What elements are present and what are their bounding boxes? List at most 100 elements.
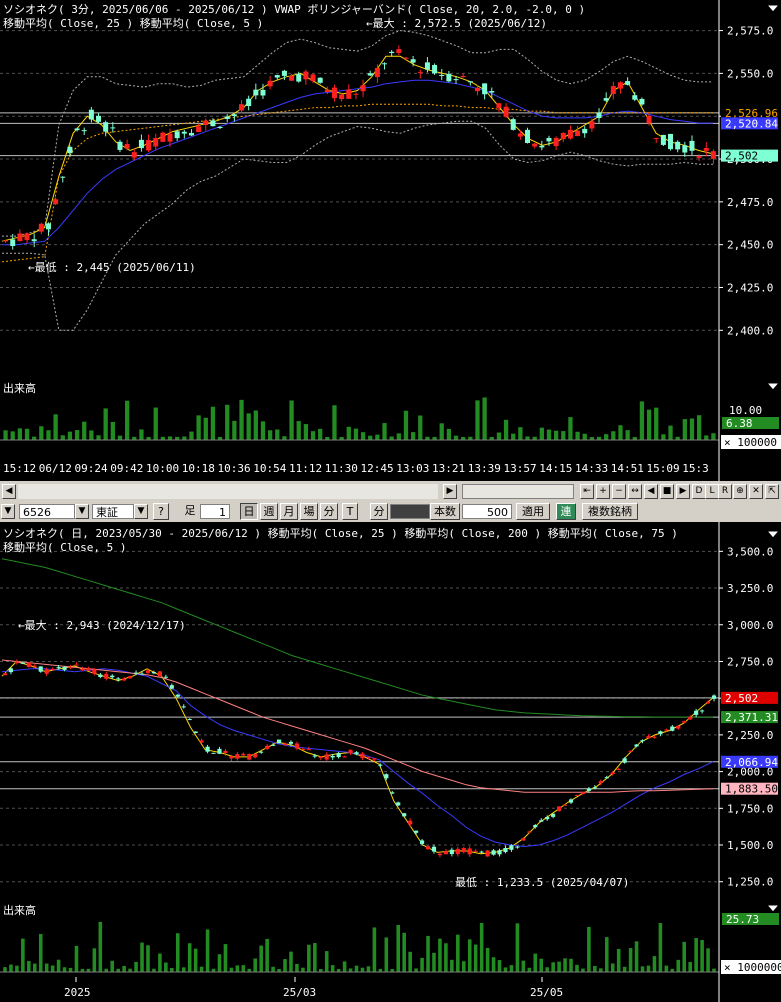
close-icon[interactable]: ✕ <box>749 484 763 499</box>
candle-body <box>390 792 395 794</box>
volume-bar <box>275 429 280 440</box>
interval-input[interactable]: 1 <box>200 504 230 519</box>
code-dropdown-icon[interactable]: ▼ <box>75 504 89 519</box>
ma25-line <box>1 668 714 848</box>
volume-bar <box>9 964 13 972</box>
tick-button[interactable]: T <box>342 503 358 520</box>
daily-chart-panel[interactable]: ソシオネク( 日, 2023/05/30 - 2025/06/12 ) 移動平均… <box>0 522 781 1002</box>
candle-body <box>271 744 276 746</box>
volume-bar <box>625 430 630 440</box>
volume-bar <box>450 959 454 972</box>
price-tick-label: 3,000.0 <box>727 619 773 632</box>
apply-button[interactable]: 適用 <box>516 503 550 520</box>
candle-body <box>374 67 380 78</box>
minute-button[interactable]: 分 <box>320 503 338 520</box>
candle-body <box>336 753 341 758</box>
ba-button[interactable]: 場 <box>300 503 318 520</box>
candle-body <box>110 675 115 678</box>
market-select[interactable]: 東証 <box>92 504 134 519</box>
candle-body <box>44 669 49 674</box>
zoom-slider[interactable] <box>462 484 574 499</box>
candle-body <box>586 788 591 791</box>
volume-bar <box>189 431 194 440</box>
bottom-volume-collapse-icon[interactable] <box>765 904 781 913</box>
day-button[interactable]: 日 <box>240 503 258 520</box>
help-button[interactable]: ? <box>153 503 169 520</box>
minus-icon[interactable]: − <box>612 484 626 499</box>
volume-bar <box>103 408 108 440</box>
minute-label: 分 <box>370 503 388 520</box>
time-axis-label: 12:45 <box>361 462 394 475</box>
time-axis-label: 14:15 <box>539 462 572 475</box>
draw-icon[interactable]: D <box>692 484 706 499</box>
candle-body <box>625 81 631 85</box>
candle-body <box>545 817 550 820</box>
next-icon[interactable]: ▶ <box>676 484 690 499</box>
toolbar-menu-icon[interactable]: ▼ <box>1 504 15 519</box>
volume-bar <box>527 967 532 972</box>
scroll-track[interactable] <box>18 484 438 499</box>
volume-bar <box>193 948 198 972</box>
volume-bar <box>158 953 162 972</box>
week-button[interactable]: 週 <box>260 503 278 520</box>
volume-bar <box>175 933 180 972</box>
month-button[interactable]: 月 <box>280 503 298 520</box>
candle-body <box>497 850 502 855</box>
multi-stock-button[interactable]: 複数銘柄 <box>582 503 638 520</box>
candle-body <box>696 156 702 158</box>
candle-body <box>56 667 61 669</box>
candle-body <box>596 112 602 118</box>
candle-body <box>646 115 652 124</box>
prev-icon[interactable]: ◀ <box>644 484 658 499</box>
candle-body <box>74 664 79 666</box>
top-collapse-icon[interactable] <box>765 4 781 13</box>
scroll-right-icon[interactable]: ▶ <box>443 484 457 499</box>
bottom-collapse-icon[interactable] <box>765 530 781 539</box>
candle-body <box>482 83 488 95</box>
minute-input[interactable] <box>390 504 430 519</box>
volume-bar <box>74 945 79 972</box>
top-volume-collapse-icon[interactable] <box>765 382 781 391</box>
stock-code-input[interactable]: 6526 <box>19 504 75 519</box>
zoom-icon[interactable]: ⊕ <box>733 484 747 499</box>
volume-bar <box>628 948 633 972</box>
time-axis-label: 10:18 <box>182 462 215 475</box>
stop-icon[interactable]: ■ <box>660 484 674 499</box>
volume-bar <box>420 957 424 972</box>
top-volume-value: 6.38 <box>726 417 753 430</box>
candle-body <box>288 741 294 744</box>
candle-body <box>153 137 159 147</box>
price-tick-label: 1,500.0 <box>727 839 773 852</box>
candle-body <box>239 104 245 111</box>
top-volume-tick: 10.00 <box>729 404 762 417</box>
refresh-icon[interactable]: R <box>718 484 732 499</box>
volume-bar <box>700 939 704 972</box>
candle-body <box>88 109 94 120</box>
market-dropdown-icon[interactable]: ▼ <box>134 504 148 519</box>
volume-bar <box>259 945 263 972</box>
scroll-left-icon[interactable]: ◀ <box>2 484 16 499</box>
plus-icon[interactable]: + <box>596 484 610 499</box>
volume-bar <box>525 436 530 440</box>
candle-body <box>223 750 228 754</box>
horizontal-scrollbar[interactable]: ◀ ▶ ⇤ + − ↔ ◀ ■ ▶ D L R ⊕ ✕ ⇱ <box>0 481 781 502</box>
candle-body <box>653 137 659 139</box>
volume-bar <box>346 426 351 440</box>
candle-body <box>303 71 309 80</box>
candle-body <box>300 748 305 750</box>
candle-body <box>694 710 699 715</box>
intraday-chart-panel[interactable]: ソシオネク( 3分, 2025/06/06 - 2025/06/12 ) VWA… <box>0 0 781 481</box>
volume-bar <box>503 967 508 972</box>
jump-first-icon[interactable]: ⇤ <box>580 484 594 499</box>
candle-body <box>603 98 609 101</box>
link-icon[interactable]: L <box>705 484 719 499</box>
top-volume-unit: × 100000 <box>724 436 777 449</box>
ren-button[interactable]: 連 <box>556 503 576 520</box>
spread-icon[interactable]: ↔ <box>628 484 642 499</box>
volume-bar <box>110 960 115 972</box>
candle-body <box>324 754 329 760</box>
count-input[interactable]: 500 <box>462 504 512 519</box>
expand-icon[interactable]: ⇱ <box>765 484 779 499</box>
candle-body <box>688 716 693 720</box>
candle-body <box>675 141 681 150</box>
